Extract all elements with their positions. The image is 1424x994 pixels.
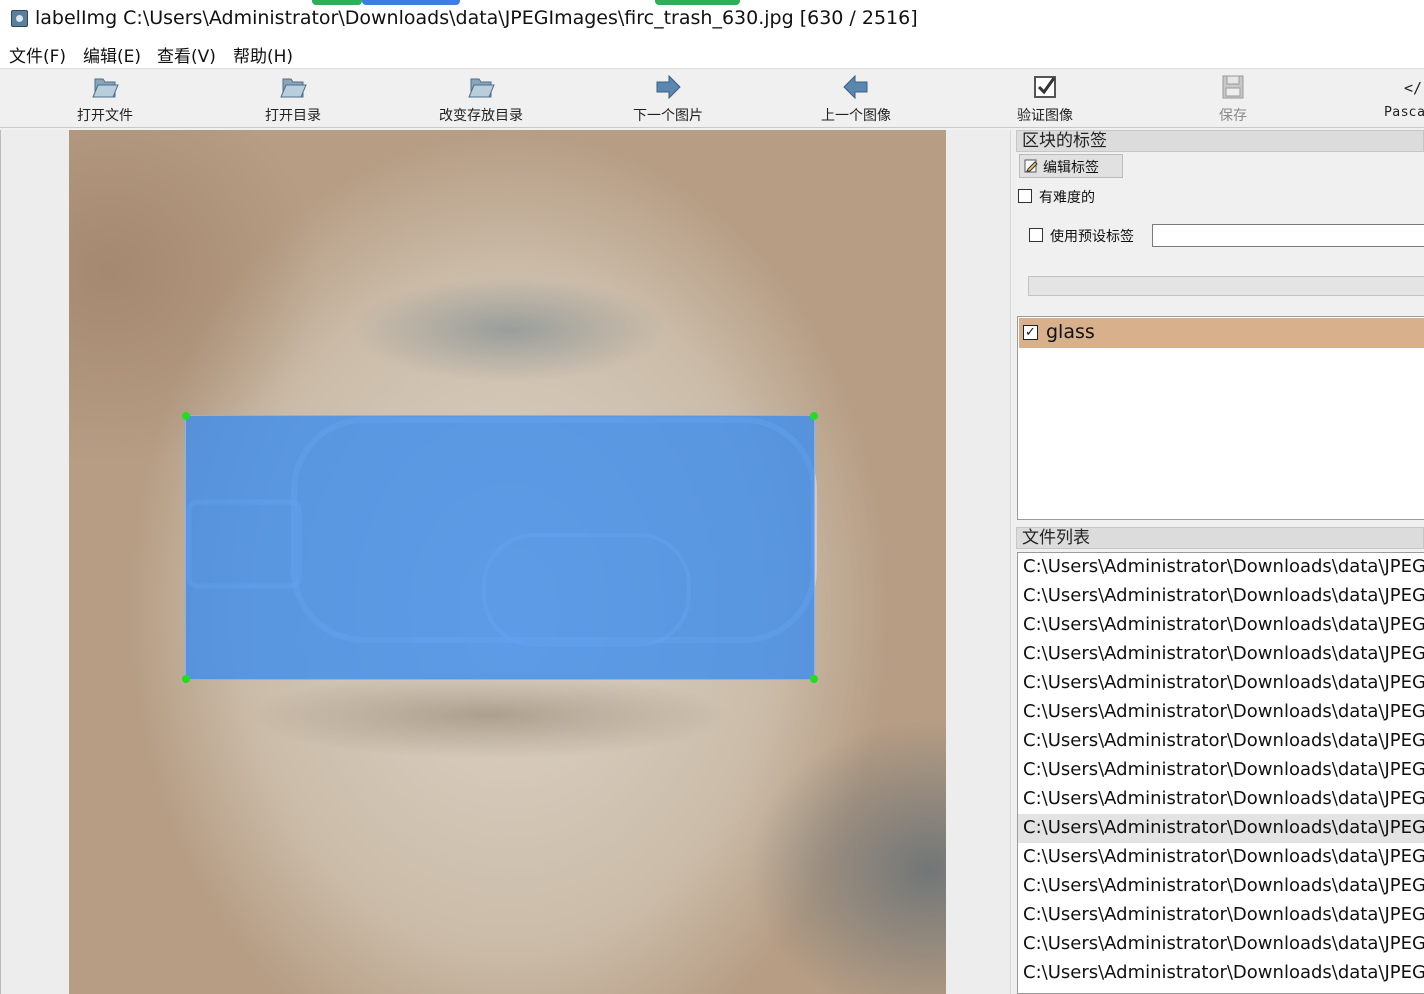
file-list-item[interactable]: C:\Users\Administrator\Downloads\data\JP… bbox=[1018, 640, 1424, 669]
title-bar: labelImg C:\Users\Administrator\Download… bbox=[0, 0, 1424, 36]
file-list-item[interactable]: C:\Users\Administrator\Downloads\data\JP… bbox=[1018, 785, 1424, 814]
prev-image-icon bbox=[843, 74, 868, 100]
next-image-icon bbox=[656, 74, 681, 100]
taskbar-accent bbox=[362, 0, 460, 5]
file-list-item[interactable]: C:\Users\Administrator\Downloads\data\JP… bbox=[1018, 553, 1424, 582]
taskbar-accent bbox=[312, 0, 362, 5]
label-list-item[interactable]: ✓ glass bbox=[1019, 318, 1424, 348]
change-save-dir-button[interactable]: 改变存放目录 bbox=[421, 69, 541, 127]
menu-bar: 文件(F) 编辑(E) 查看(V) 帮助(H) bbox=[0, 36, 1424, 68]
format-label: Pasca bbox=[1384, 105, 1424, 120]
change-save-dir-label: 改变存放目录 bbox=[439, 108, 523, 124]
open-file-label: 打开文件 bbox=[77, 108, 133, 124]
difficult-checkbox[interactable] bbox=[1018, 189, 1032, 203]
resize-handle[interactable] bbox=[182, 412, 190, 420]
pencil-icon bbox=[1024, 159, 1038, 173]
resize-handle[interactable] bbox=[810, 412, 818, 420]
format-button[interactable]: </ Pasca bbox=[1376, 69, 1424, 127]
svg-text:</: </ bbox=[1404, 79, 1422, 97]
save-button[interactable]: 保存 bbox=[1183, 69, 1283, 127]
open-file-icon bbox=[92, 78, 119, 98]
window-title: labelImg C:\Users\Administrator\Download… bbox=[35, 7, 918, 29]
menu-view[interactable]: 查看(V) bbox=[157, 42, 216, 67]
right-panel: 区块的标签 编辑标签 有难度的 使用预设标签 ✓ glass 文件列表 C:\U… bbox=[1016, 130, 1424, 994]
difficult-label: 有难度的 bbox=[1039, 190, 1095, 206]
open-dir-icon bbox=[280, 78, 307, 98]
file-list-item[interactable]: C:\Users\Administrator\Downloads\data\JP… bbox=[1018, 814, 1424, 843]
verify-button[interactable]: 验证图像 bbox=[995, 69, 1095, 127]
file-list-item[interactable]: C:\Users\Administrator\Downloads\data\JP… bbox=[1018, 872, 1424, 901]
open-dir-button[interactable]: 打开目录 bbox=[243, 69, 343, 127]
verify-icon bbox=[1034, 76, 1056, 98]
file-list-item[interactable]: C:\Users\Administrator\Downloads\data\JP… bbox=[1018, 930, 1424, 959]
annotation-box[interactable] bbox=[182, 412, 818, 683]
file-list-item[interactable]: C:\Users\Administrator\Downloads\data\JP… bbox=[1018, 698, 1424, 727]
prev-image-label: 上一个图像 bbox=[821, 108, 891, 124]
box-labels-title: 区块的标签 bbox=[1016, 130, 1424, 152]
file-list-item[interactable]: C:\Users\Administrator\Downloads\data\JP… bbox=[1018, 727, 1424, 756]
save-label: 保存 bbox=[1219, 108, 1247, 124]
resize-handle[interactable] bbox=[810, 675, 818, 683]
image-canvas[interactable] bbox=[0, 130, 1010, 994]
edit-label-text: 编辑标签 bbox=[1043, 160, 1099, 176]
file-list-item[interactable]: C:\Users\Administrator\Downloads\data\JP… bbox=[1018, 901, 1424, 930]
menu-edit[interactable]: 编辑(E) bbox=[83, 42, 141, 67]
file-list-item[interactable]: C:\Users\Administrator\Downloads\data\JP… bbox=[1018, 669, 1424, 698]
file-list[interactable]: C:\Users\Administrator\Downloads\data\JP… bbox=[1017, 552, 1424, 994]
next-image-label: 下一个图片 bbox=[633, 108, 703, 124]
toolbar: 打开文件 打开目录 改变存放目录 下一个图片 上一个图像 验证图像 保存 </ … bbox=[0, 68, 1424, 128]
menu-help[interactable]: 帮助(H) bbox=[233, 42, 293, 67]
photo bbox=[69, 130, 946, 994]
default-label-input[interactable] bbox=[1152, 224, 1424, 247]
change-save-dir-icon bbox=[468, 78, 495, 98]
file-list-item[interactable]: C:\Users\Administrator\Downloads\data\JP… bbox=[1018, 756, 1424, 785]
label-checkbox-checked[interactable]: ✓ bbox=[1023, 325, 1038, 340]
label-combo[interactable] bbox=[1028, 276, 1424, 296]
file-list-item[interactable]: C:\Users\Administrator\Downloads\data\JP… bbox=[1018, 959, 1424, 988]
open-dir-label: 打开目录 bbox=[265, 108, 321, 124]
taskbar-accent bbox=[655, 0, 740, 5]
use-default-label-text: 使用预设标签 bbox=[1050, 229, 1134, 245]
edit-label-button[interactable]: 编辑标签 bbox=[1019, 154, 1123, 178]
format-icon: </ bbox=[1404, 79, 1422, 97]
file-list-item[interactable]: C:\Users\Administrator\Downloads\data\JP… bbox=[1018, 843, 1424, 872]
label-list[interactable]: ✓ glass bbox=[1017, 316, 1424, 520]
file-list-item[interactable]: C:\Users\Administrator\Downloads\data\JP… bbox=[1018, 582, 1424, 611]
file-list-title: 文件列表 bbox=[1016, 527, 1424, 549]
label-item-text: glass bbox=[1046, 321, 1095, 343]
use-default-label-checkbox[interactable] bbox=[1029, 228, 1043, 242]
resize-handle[interactable] bbox=[182, 675, 190, 683]
verify-label: 验证图像 bbox=[1017, 108, 1073, 124]
save-icon bbox=[1222, 75, 1244, 99]
menu-file[interactable]: 文件(F) bbox=[9, 42, 66, 67]
prev-image-button[interactable]: 上一个图像 bbox=[806, 69, 906, 127]
app-icon bbox=[11, 10, 28, 27]
file-list-item[interactable]: C:\Users\Administrator\Downloads\data\JP… bbox=[1018, 611, 1424, 640]
next-image-button[interactable]: 下一个图片 bbox=[618, 69, 718, 127]
open-file-button[interactable]: 打开文件 bbox=[55, 69, 155, 127]
